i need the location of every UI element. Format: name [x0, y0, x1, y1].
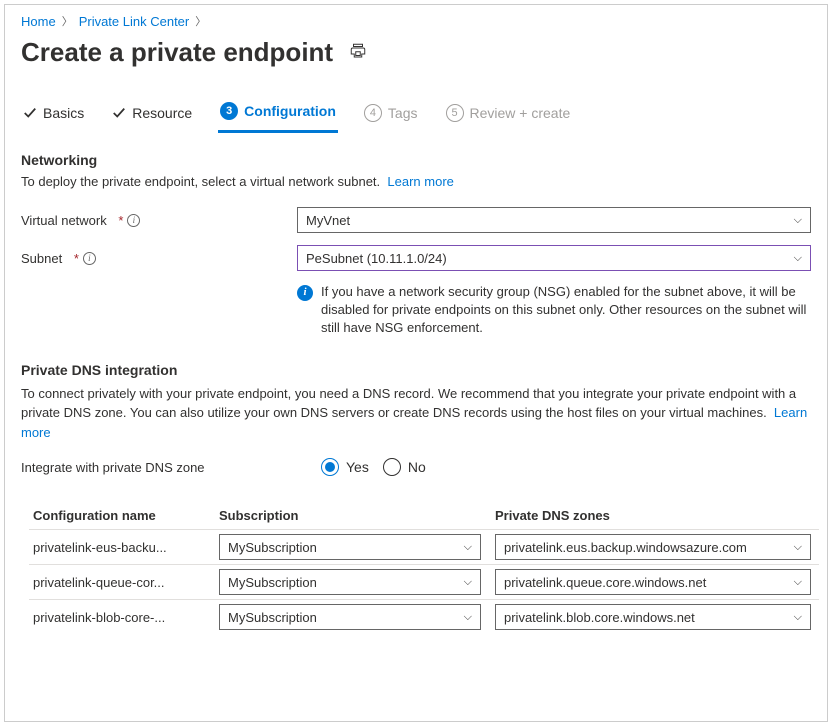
label-integrate-dns: Integrate with private DNS zone: [21, 460, 321, 475]
tab-resource[interactable]: Resource: [110, 96, 194, 133]
wizard-tabs: Basics Resource 3 Configuration 4 Tags 5…: [21, 96, 811, 134]
chevron-right-icon: 〉: [195, 13, 206, 29]
chevron-down-icon: ⌵: [794, 252, 802, 265]
radio-label: No: [408, 459, 426, 475]
radio-icon: [321, 458, 339, 476]
step-number: 3: [220, 102, 238, 120]
column-header-zones: Private DNS zones: [495, 508, 819, 523]
info-icon: i: [297, 285, 313, 301]
table-row: privatelink-queue-cor... MySubscription⌵…: [29, 564, 819, 599]
select-dns-zone[interactable]: privatelink.blob.core.windows.net⌵: [495, 604, 811, 630]
radio-yes[interactable]: Yes: [321, 458, 369, 476]
tab-label: Resource: [132, 105, 192, 121]
column-header-subscription: Subscription: [219, 508, 495, 523]
select-subnet[interactable]: PeSubnet (10.11.1.0/24) ⌵: [297, 245, 811, 271]
info-icon[interactable]: i: [127, 214, 140, 227]
label-virtual-network: Virtual network * i: [21, 213, 297, 228]
tab-label: Tags: [388, 105, 418, 121]
tab-label: Review + create: [470, 105, 571, 121]
cell-config-name: privatelink-eus-backu...: [29, 540, 219, 555]
select-dns-zone[interactable]: privatelink.queue.core.windows.net⌵: [495, 569, 811, 595]
section-dns-desc: To connect privately with your private e…: [21, 384, 811, 443]
column-header-config-name: Configuration name: [29, 508, 219, 523]
select-value: PeSubnet (10.11.1.0/24): [306, 251, 447, 266]
radio-icon: [383, 458, 401, 476]
breadcrumb-home[interactable]: Home: [21, 14, 56, 29]
chevron-down-icon: ⌵: [464, 611, 472, 624]
chevron-down-icon: ⌵: [464, 576, 472, 589]
tab-tags[interactable]: 4 Tags: [362, 96, 420, 133]
select-value: MyVnet: [306, 213, 350, 228]
chevron-down-icon: ⌵: [794, 611, 802, 624]
chevron-right-icon: 〉: [62, 13, 73, 29]
step-number: 4: [364, 104, 382, 122]
breadcrumb-private-link-center[interactable]: Private Link Center: [79, 14, 190, 29]
breadcrumb: Home 〉 Private Link Center 〉: [21, 13, 811, 29]
page-title: Create a private endpoint: [21, 37, 333, 68]
select-virtual-network[interactable]: MyVnet ⌵: [297, 207, 811, 233]
radio-no[interactable]: No: [383, 458, 426, 476]
tab-label: Basics: [43, 105, 84, 121]
step-number: 5: [446, 104, 464, 122]
radio-label: Yes: [346, 459, 369, 475]
section-networking-title: Networking: [21, 152, 811, 168]
table-row: privatelink-blob-core-... MySubscription…: [29, 599, 819, 634]
check-icon: [112, 106, 126, 120]
info-icon[interactable]: i: [83, 252, 96, 265]
chevron-down-icon: ⌵: [794, 214, 802, 227]
chevron-down-icon: ⌵: [464, 541, 472, 554]
print-icon[interactable]: [349, 42, 367, 63]
chevron-down-icon: ⌵: [794, 576, 802, 589]
tab-review-create[interactable]: 5 Review + create: [444, 96, 573, 133]
section-networking-desc: To deploy the private endpoint, select a…: [21, 174, 811, 189]
tab-basics[interactable]: Basics: [21, 96, 86, 133]
subnet-info-callout: i If you have a network security group (…: [297, 283, 811, 338]
callout-text: If you have a network security group (NS…: [321, 283, 811, 338]
select-subscription[interactable]: MySubscription⌵: [219, 534, 481, 560]
chevron-down-icon: ⌵: [794, 541, 802, 554]
cell-config-name: privatelink-blob-core-...: [29, 610, 219, 625]
learn-more-link[interactable]: Learn more: [387, 174, 453, 189]
select-dns-zone[interactable]: privatelink.eus.backup.windowsazure.com⌵: [495, 534, 811, 560]
check-icon: [23, 106, 37, 120]
table-row: privatelink-eus-backu... MySubscription⌵…: [29, 529, 819, 564]
label-subnet: Subnet * i: [21, 251, 297, 266]
select-subscription[interactable]: MySubscription⌵: [219, 569, 481, 595]
select-subscription[interactable]: MySubscription⌵: [219, 604, 481, 630]
tab-label: Configuration: [244, 103, 336, 119]
dns-table: Configuration name Subscription Private …: [29, 502, 819, 634]
section-dns-title: Private DNS integration: [21, 362, 811, 378]
cell-config-name: privatelink-queue-cor...: [29, 575, 219, 590]
tab-configuration[interactable]: 3 Configuration: [218, 96, 338, 133]
